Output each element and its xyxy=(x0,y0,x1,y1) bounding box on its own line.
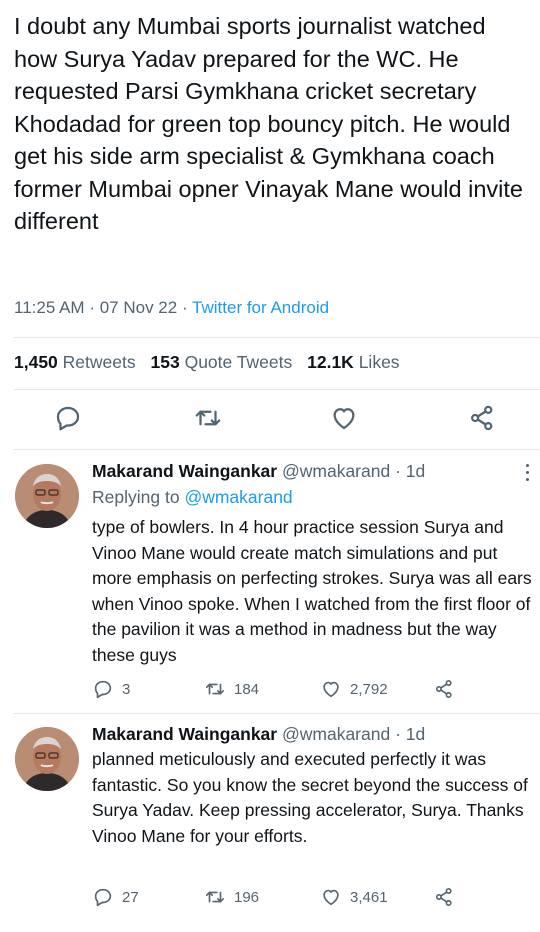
reply-age: · 1d xyxy=(395,461,426,481)
reply-count: 3 xyxy=(122,680,131,698)
retweet-icon xyxy=(205,683,225,695)
reply-age: · 1d xyxy=(395,724,426,744)
retweet-count: 196 xyxy=(234,888,260,906)
divider xyxy=(14,337,540,338)
divider xyxy=(14,389,540,390)
retweet-icon[interactable] xyxy=(193,403,223,433)
likes-stat[interactable]: 12.1K Likes xyxy=(307,352,399,372)
reply-icon[interactable] xyxy=(53,403,83,433)
tweet-source-link[interactable]: Twitter for Android xyxy=(192,298,329,317)
reply-icon xyxy=(94,888,112,907)
tweet-text: I doubt any Mumbai sports journalist wat… xyxy=(14,13,523,234)
heart-icon xyxy=(323,889,339,906)
share-icon[interactable] xyxy=(433,886,455,913)
retweet-count: 184 xyxy=(234,680,260,698)
like-count: 2,792 xyxy=(350,680,388,698)
retweets-stat[interactable]: 1,450 Retweets xyxy=(14,352,136,372)
reply-header: Makarand Waingankar @wmakarand · 1d xyxy=(92,461,425,482)
divider xyxy=(14,449,540,450)
tweet-time: 11:25 AM xyxy=(14,298,85,317)
like-action[interactable]: 2,792 xyxy=(320,678,388,700)
reply-header: Makarand Waingankar @wmakarand · 1d xyxy=(92,724,425,745)
reply-action[interactable]: 3 xyxy=(92,678,130,700)
share-icon[interactable] xyxy=(433,678,455,705)
author-handle[interactable]: @wmakarand xyxy=(282,461,390,481)
like-action[interactable]: 3,461 xyxy=(320,886,388,908)
tweet-stats: 1,450 Retweets 153 Quote Tweets 12.1K Li… xyxy=(14,352,400,373)
share-icon[interactable] xyxy=(467,403,497,433)
tweet-action-bar xyxy=(0,403,540,437)
more-icon[interactable] xyxy=(524,464,530,486)
tweet-meta: 11:25 AM · 07 Nov 22 · Twitter for Andro… xyxy=(14,298,330,317)
retweet-action[interactable]: 184 xyxy=(204,678,259,700)
heart-icon xyxy=(323,681,339,698)
reply-icon xyxy=(94,680,112,699)
author-handle[interactable]: @wmakarand xyxy=(282,724,390,744)
divider xyxy=(14,713,540,714)
reply-text: planned meticulously and executed perfec… xyxy=(92,749,528,846)
quote-tweets-stat[interactable]: 153 Quote Tweets xyxy=(151,352,293,372)
tweet-date: 07 Nov 22 xyxy=(99,298,178,317)
replying-to: Replying to @wmakarand xyxy=(92,487,293,507)
heart-icon[interactable] xyxy=(329,403,359,433)
like-count: 3,461 xyxy=(350,888,388,906)
author-name[interactable]: Makarand Waingankar xyxy=(92,724,277,744)
reply-count: 27 xyxy=(122,888,139,906)
reply-action[interactable]: 27 xyxy=(92,886,139,908)
avatar[interactable] xyxy=(15,727,79,791)
author-name[interactable]: Makarand Waingankar xyxy=(92,461,277,481)
avatar[interactable] xyxy=(15,464,79,528)
replying-to-handle[interactable]: @wmakarand xyxy=(184,487,292,507)
retweet-icon xyxy=(205,891,225,903)
retweet-action[interactable]: 196 xyxy=(204,886,259,908)
reply-text: type of bowlers. In 4 hour practice sess… xyxy=(92,517,532,665)
